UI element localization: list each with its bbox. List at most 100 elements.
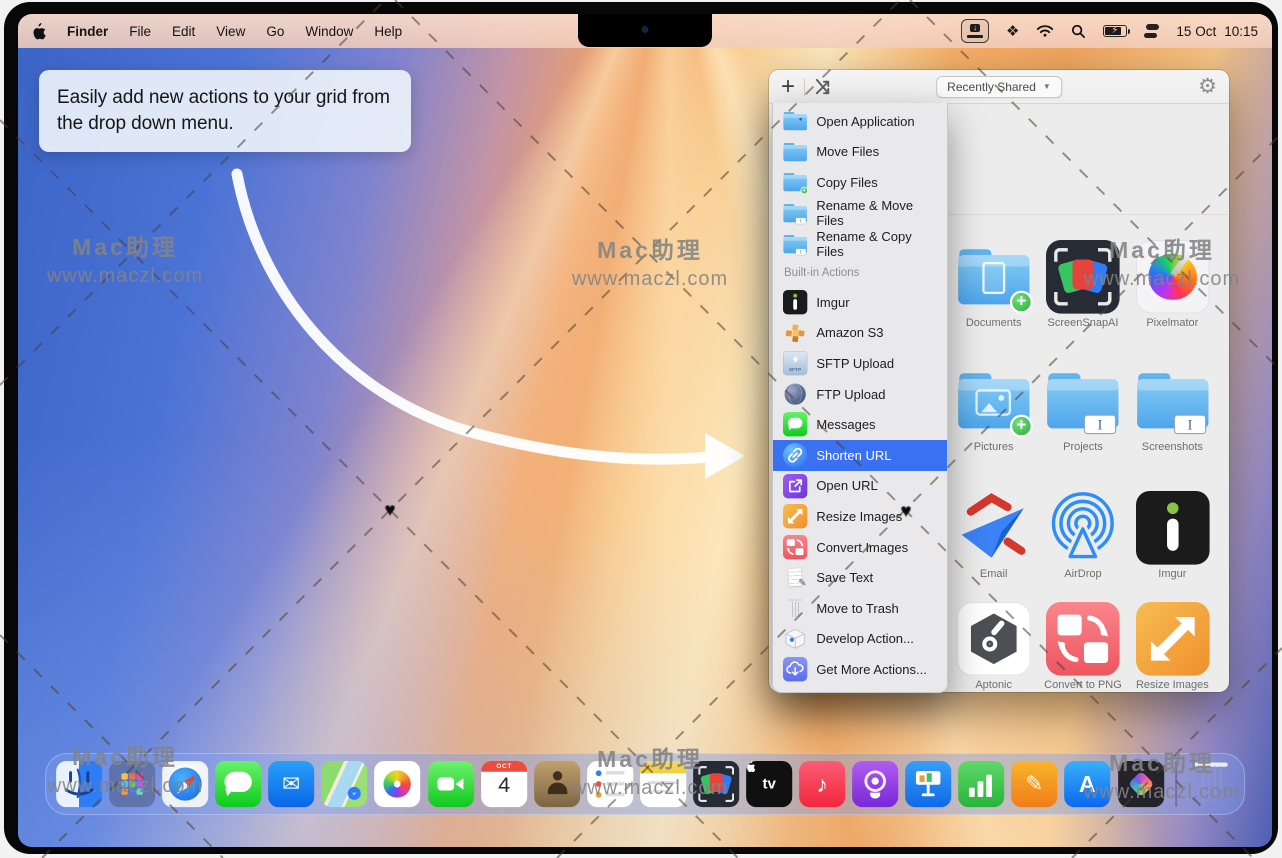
menu-bar-clock[interactable]: 15 Oct 10:15 [1176,24,1258,39]
action-menu-item-develop-action[interactable]: Develop Action... [773,624,947,655]
action-menu-item-amazon-s3[interactable]: Amazon S3 [773,318,947,349]
action-menu-item-shorten-url[interactable]: Shorten URL [773,440,947,471]
action-menu-item-label: Amazon S3 [816,325,883,340]
grid-item-label: Projects [1063,441,1103,453]
folder-field-icon: I [1136,364,1210,438]
action-menu-item-label: Rename & Move Files [816,198,937,228]
grid-item-label: Aptonic [975,679,1012,691]
dock-item-photos[interactable] [375,761,421,807]
action-menu-item-label: Open URL [816,478,877,493]
dock-item-podcasts[interactable] [852,761,898,807]
action-menu-item-move-files[interactable]: Move Files [773,137,947,168]
dock-item-messages[interactable] [215,761,261,807]
apple-menu-icon[interactable] [32,23,46,40]
grid-item-aptonic[interactable]: Aptonic [949,600,1038,704]
dock-item-keynote[interactable] [905,761,951,807]
menu-help[interactable]: Help [374,24,402,39]
chevron-down-icon: ▼ [1043,82,1051,91]
grid-item-projects[interactable]: IProjects [1038,362,1127,489]
action-menu-item-messages[interactable]: Messages [773,409,947,440]
action-menu-item-sftp-upload[interactable]: SFTPSFTP Upload [773,348,947,379]
action-menu-item-open-application[interactable]: ▲Open Application [773,106,947,137]
appletv-icon: tv [746,761,792,807]
control-center-icon[interactable] [1144,24,1159,38]
dock-item-facetime[interactable] [428,761,474,807]
desktop: Finder File Edit View Go Window Help ↓ ❖ [18,14,1272,847]
action-menu-item-move-to-trash[interactable]: Move to Trash [773,593,947,624]
folder-doc-plus-icon: + [957,240,1031,314]
dock-item-calendar[interactable]: OCT4 [481,761,527,807]
view-selector-dropdown[interactable]: Recently Shared ▼ [936,76,1062,98]
grid-item-label: Imgur [1158,568,1186,580]
dock-item-trash[interactable] [1188,761,1234,807]
action-menu-item-label: FTP Upload [816,387,885,402]
menu-edit[interactable]: Edit [172,24,195,39]
dock-item-safari[interactable] [162,761,208,807]
save-text-icon: ✎ [783,565,807,589]
recently-shared-empty-area [947,105,1228,214]
dock-item-finder[interactable] [56,761,102,807]
dock-item-launchpad[interactable] [109,761,155,807]
menu-app-name[interactable]: Finder [67,24,108,39]
launchpad-icon [109,761,155,807]
menu-file[interactable]: File [129,24,151,39]
dock-item-maps[interactable]: ➢ [322,761,368,807]
grid-item-convert-to-png[interactable]: Convert to PNG [1038,600,1127,704]
dock-item-reminders[interactable] [587,761,633,807]
action-menu-item-rename-copy-files[interactable]: IRename & Copy Files [773,228,947,259]
pixelmator-pro-icon [1118,761,1164,807]
dropbox-icon[interactable]: ❖ [1006,22,1019,40]
airdrop-icon [1046,491,1120,565]
podcasts-icon [852,761,898,807]
menu-window[interactable]: Window [305,24,353,39]
action-menu-item-ftp-upload[interactable]: FTP Upload [773,379,947,410]
customize-arrows-icon[interactable] [814,77,833,96]
action-menu-item-rename-move-files[interactable]: IRename & Move Files [773,198,947,229]
dock-item-screensnapai[interactable] [693,761,739,807]
settings-gear-icon[interactable]: ⚙ [1198,74,1217,99]
dock-item-app-store[interactable]: A [1065,761,1111,807]
photos-icon [375,761,421,807]
action-menu-item-label: Convert Images [816,540,908,555]
music-icon: ♪ [799,761,845,807]
grid-item-airdrop[interactable]: AirDrop [1038,489,1127,600]
dock-item-pixelmator-pro[interactable] [1118,761,1164,807]
dock-item-mail[interactable]: ✉ [268,761,314,807]
battery-charging-icon[interactable]: ⚡ [1103,25,1127,37]
action-menu-item-imgur[interactable]: Imgur [773,287,947,318]
action-menu-item-convert-images[interactable]: Convert Images [773,532,947,563]
onboarding-callout-text: Easily add new actions to your grid from… [57,87,390,134]
dock-item-music[interactable]: ♪ [799,761,845,807]
grid-item-pixelmator[interactable]: Pixelmator [1128,238,1217,362]
grid-item-screensnapai[interactable]: ScreenSnapAI [1038,238,1127,362]
action-menu-item-copy-files[interactable]: +Copy Files [773,167,947,198]
grid-item-email[interactable]: Email [949,489,1038,600]
grid-item-pictures[interactable]: +Pictures [949,362,1038,489]
action-menu-item-get-more-actions[interactable]: Get More Actions... [773,654,947,685]
menu-view[interactable]: View [216,24,245,39]
grid-item-imgur[interactable]: Imgur [1128,489,1217,600]
email-icon [957,491,1031,565]
add-action-button[interactable]: + [781,72,795,102]
grid-item-documents[interactable]: +Documents [949,238,1038,362]
dock-item-numbers[interactable] [958,761,1004,807]
resize-icon [1136,602,1210,676]
dock-item-contacts[interactable] [534,761,580,807]
spotlight-search-icon[interactable] [1071,24,1086,39]
grid-item-screenshots[interactable]: IScreenshots [1128,362,1217,489]
action-menu-item-save-text[interactable]: ✎Save Text [773,562,947,593]
action-menu-item-label: Rename & Copy Files [816,229,937,259]
dock-item-notes[interactable] [640,761,686,807]
shorten-url-icon [783,443,807,467]
menu-bar-time: 10:15 [1224,24,1258,39]
dock-item-pages[interactable]: ✎ [1012,761,1058,807]
grid-item-resize-images[interactable]: Resize Images [1128,600,1217,704]
folder-icon [783,140,807,164]
action-menu-item-resize-images[interactable]: Resize Images [773,501,947,532]
action-menu-item-open-url[interactable]: Open URL [773,471,947,502]
menu-go[interactable]: Go [266,24,284,39]
facetime-icon [428,761,474,807]
dock-item-apple-tv[interactable]: tv [746,761,792,807]
dropzone-tray-icon[interactable]: ↓ [961,19,989,43]
wifi-icon[interactable] [1036,24,1054,38]
